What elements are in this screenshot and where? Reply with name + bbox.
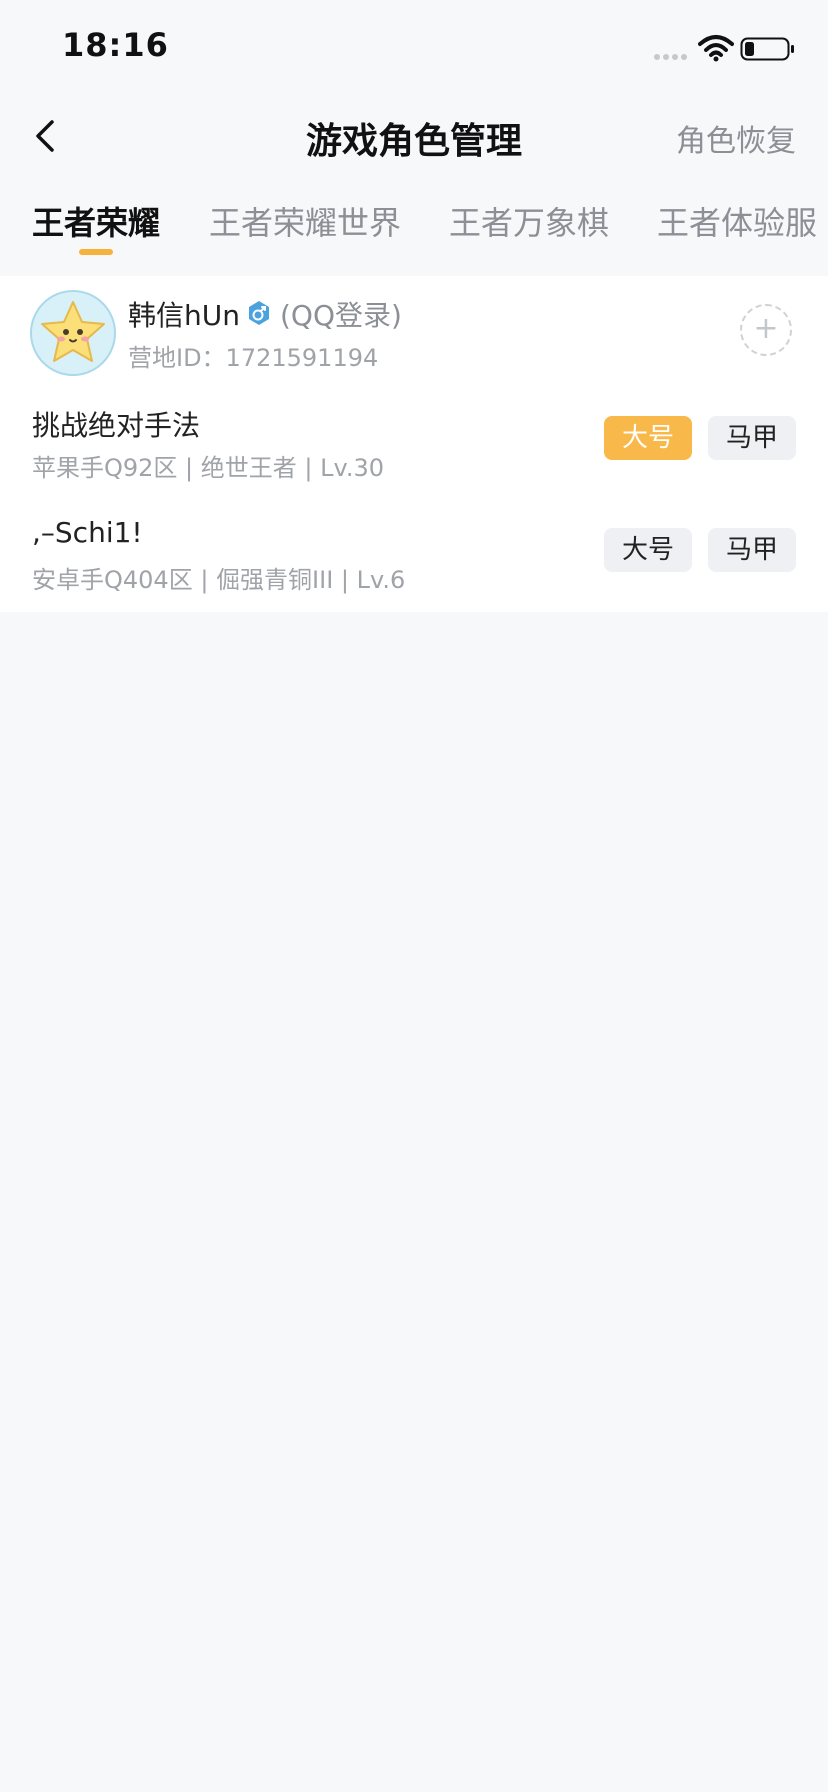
game-tabs: 王者荣耀 王者荣耀世界 王者万象棋 王者体验服 — [0, 182, 828, 272]
signal-dots-icon — [654, 54, 687, 60]
role-detail: 苹果手Q92区 | 绝世王者 | Lv.30 — [32, 454, 384, 482]
avatar[interactable] — [30, 290, 116, 376]
active-tab-indicator — [79, 249, 113, 255]
login-type: (QQ登录) — [280, 299, 402, 332]
alt-account-button[interactable]: 马甲 — [708, 416, 796, 460]
username: 韩信hUn — [128, 299, 240, 332]
role-management-page: 18:16 游戏角色管理 角色恢复 王者荣耀 王者荣耀世界 王者万象棋 王者体验… — [0, 0, 828, 1792]
role-name: ,–Schi1! — [32, 516, 143, 549]
tab-honor-of-kings-test-server[interactable]: 王者体验服 — [657, 198, 817, 244]
tab-honor-of-kings[interactable]: 王者荣耀 — [32, 198, 160, 244]
status-time: 18:16 — [62, 26, 169, 64]
main-account-button[interactable]: 大号 — [604, 528, 692, 572]
role-detail: 安卓手Q404区 | 倔强青铜III | Lv.6 — [32, 566, 406, 594]
camp-id: 营地ID：1721591194 — [128, 344, 379, 372]
role-row: 挑战绝对手法 苹果手Q92区 | 绝世王者 | Lv.30 大号 马甲 — [0, 404, 828, 504]
tab-honor-of-kings-chess[interactable]: 王者万象棋 — [449, 198, 609, 244]
role-name: 挑战绝对手法 — [32, 409, 201, 442]
main-account-button[interactable]: 大号 — [604, 416, 692, 460]
status-bar: 18:16 — [0, 0, 828, 98]
add-role-button[interactable]: + — [740, 304, 792, 356]
star-avatar-icon — [32, 292, 114, 374]
account-card: 韩信hUn (QQ登录) 营地ID：1721591194 + 挑战绝对手法 苹果… — [0, 276, 828, 612]
nav-bar: 游戏角色管理 角色恢复 — [0, 98, 828, 176]
wifi-icon — [698, 35, 734, 62]
tab-honor-of-kings-world[interactable]: 王者荣耀世界 — [209, 198, 401, 244]
verified-badge-icon — [249, 301, 269, 325]
alt-account-button[interactable]: 马甲 — [708, 528, 796, 572]
battery-icon — [740, 37, 794, 61]
role-row: ,–Schi1! 安卓手Q404区 | 倔强青铜III | Lv.6 大号 马甲 — [0, 516, 828, 616]
role-restore-link[interactable]: 角色恢复 — [676, 116, 796, 160]
